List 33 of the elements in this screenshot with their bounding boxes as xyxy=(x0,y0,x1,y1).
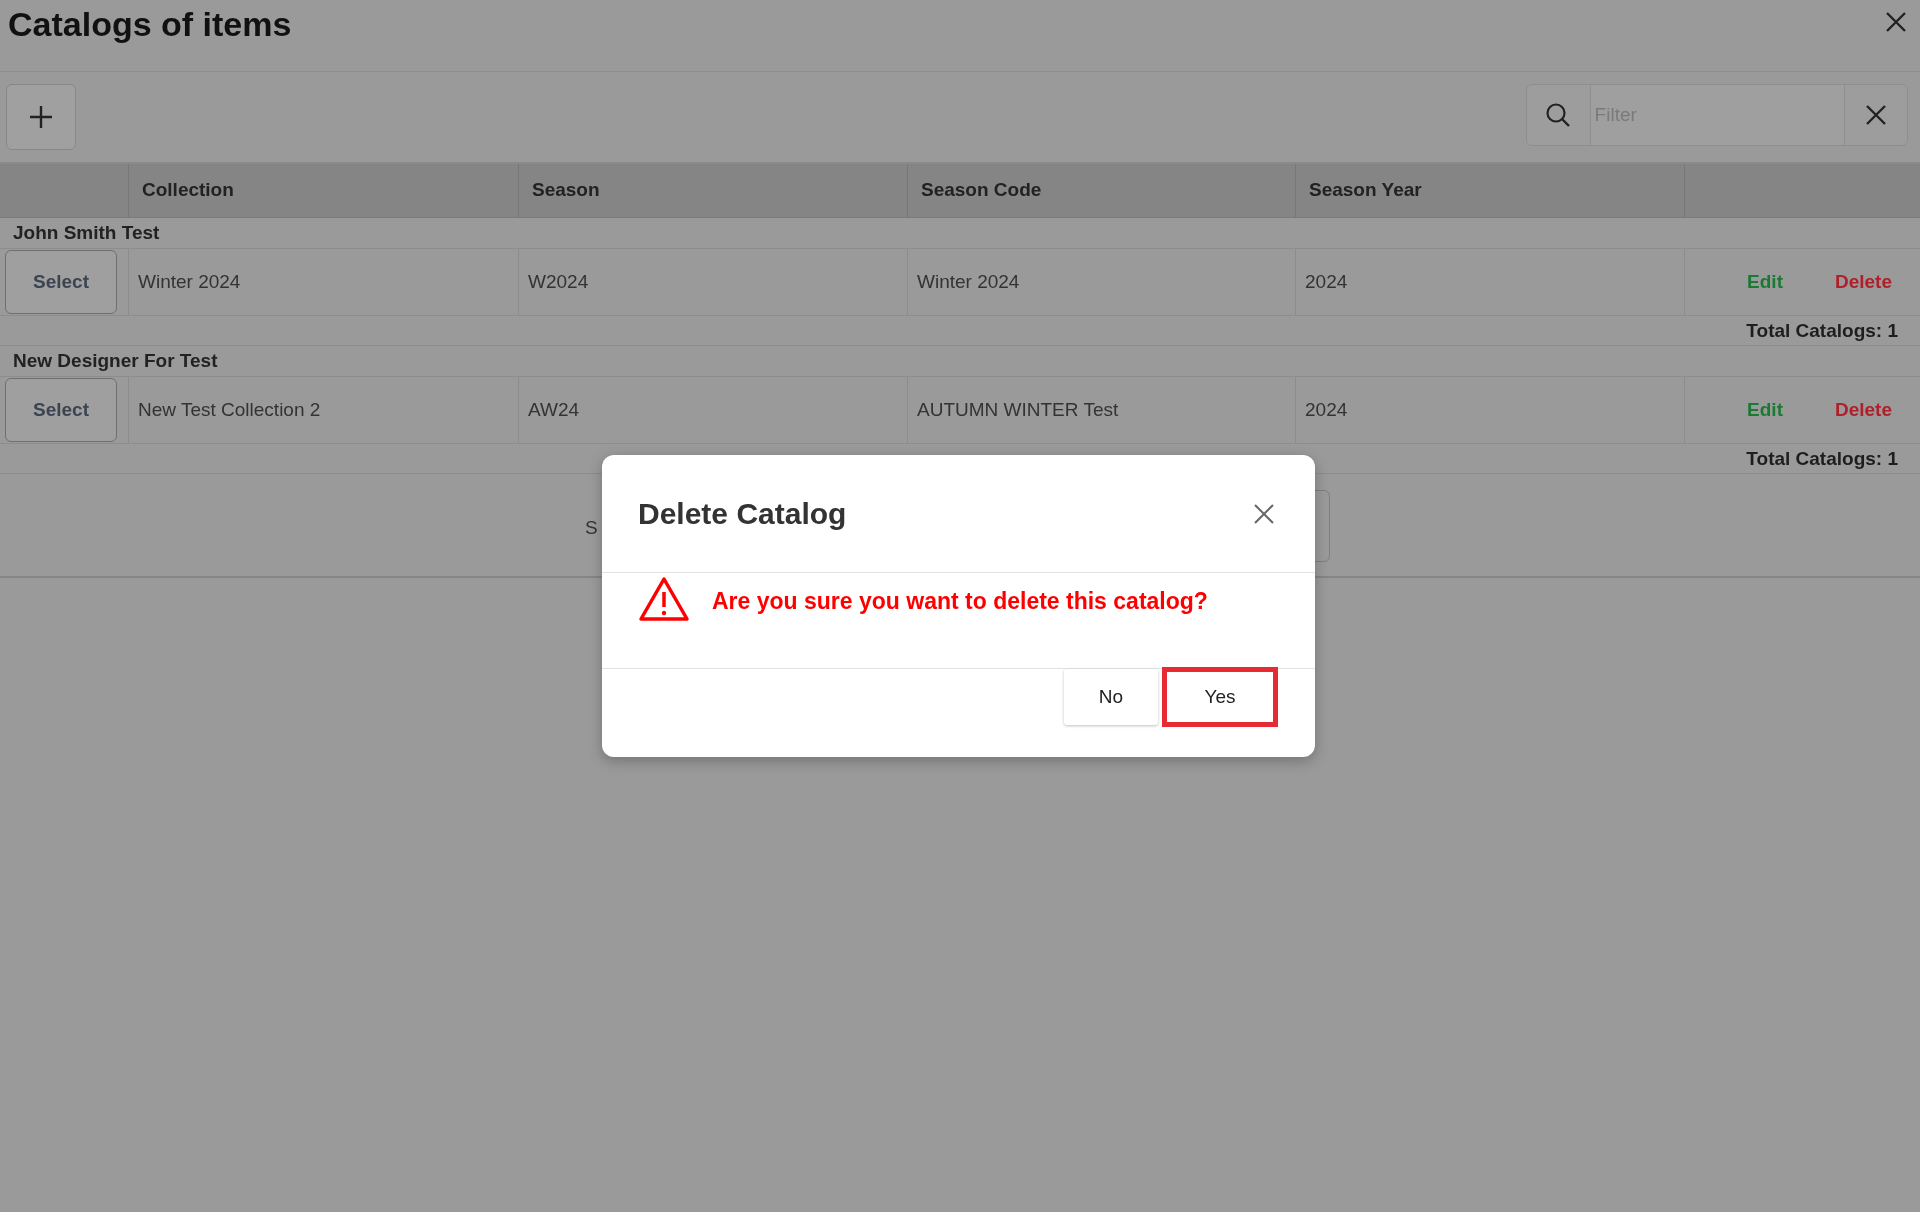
total-count: Total Catalogs: 1 xyxy=(1746,320,1898,341)
select-button[interactable]: Select xyxy=(5,250,117,314)
column-header: Season Year xyxy=(1295,164,1684,217)
dialog-title: Delete Catalog xyxy=(638,495,847,532)
close-icon xyxy=(1863,103,1888,127)
close-icon xyxy=(1253,502,1275,525)
table-cell-text: Winter 2024 xyxy=(917,269,1020,294)
table-cell-text: 2024 xyxy=(1305,397,1348,422)
table-cell-text: New Test Collection 2 xyxy=(138,397,321,422)
window-title: Catalogs of items xyxy=(8,6,292,44)
total-count: Total Catalogs: 1 xyxy=(1746,448,1898,469)
select-button[interactable]: Select xyxy=(5,378,117,442)
plus-icon xyxy=(28,104,54,130)
table-cell-text: 2024 xyxy=(1305,269,1348,294)
warning-icon xyxy=(638,576,690,622)
edit-link[interactable]: Edit xyxy=(1747,267,1783,297)
group-header: New Designer For Test xyxy=(13,348,218,373)
dialog-button[interactable]: Yes xyxy=(1162,667,1278,727)
close-icon xyxy=(1884,10,1908,34)
warning-message: Are you sure you want to delete this catalog? xyxy=(712,587,1208,616)
column-header: Season Code xyxy=(907,164,1295,217)
edit-link[interactable]: Edit xyxy=(1747,395,1783,425)
table-cell-text: Winter 2024 xyxy=(138,269,241,294)
pager-text: S xyxy=(585,516,598,540)
column-header: Season xyxy=(518,164,907,217)
delete-link[interactable]: Delete xyxy=(1834,395,1892,425)
column-header: Collection xyxy=(128,164,518,217)
table-cell-text: W2024 xyxy=(528,269,589,294)
group-header: John Smith Test xyxy=(13,220,160,245)
table-cell-text: AW24 xyxy=(528,397,580,422)
delete-link[interactable]: Delete xyxy=(1834,267,1892,297)
table-cell-text: AUTUMN WINTER Test xyxy=(917,397,1119,422)
dialog-button[interactable]: No xyxy=(1064,669,1158,725)
